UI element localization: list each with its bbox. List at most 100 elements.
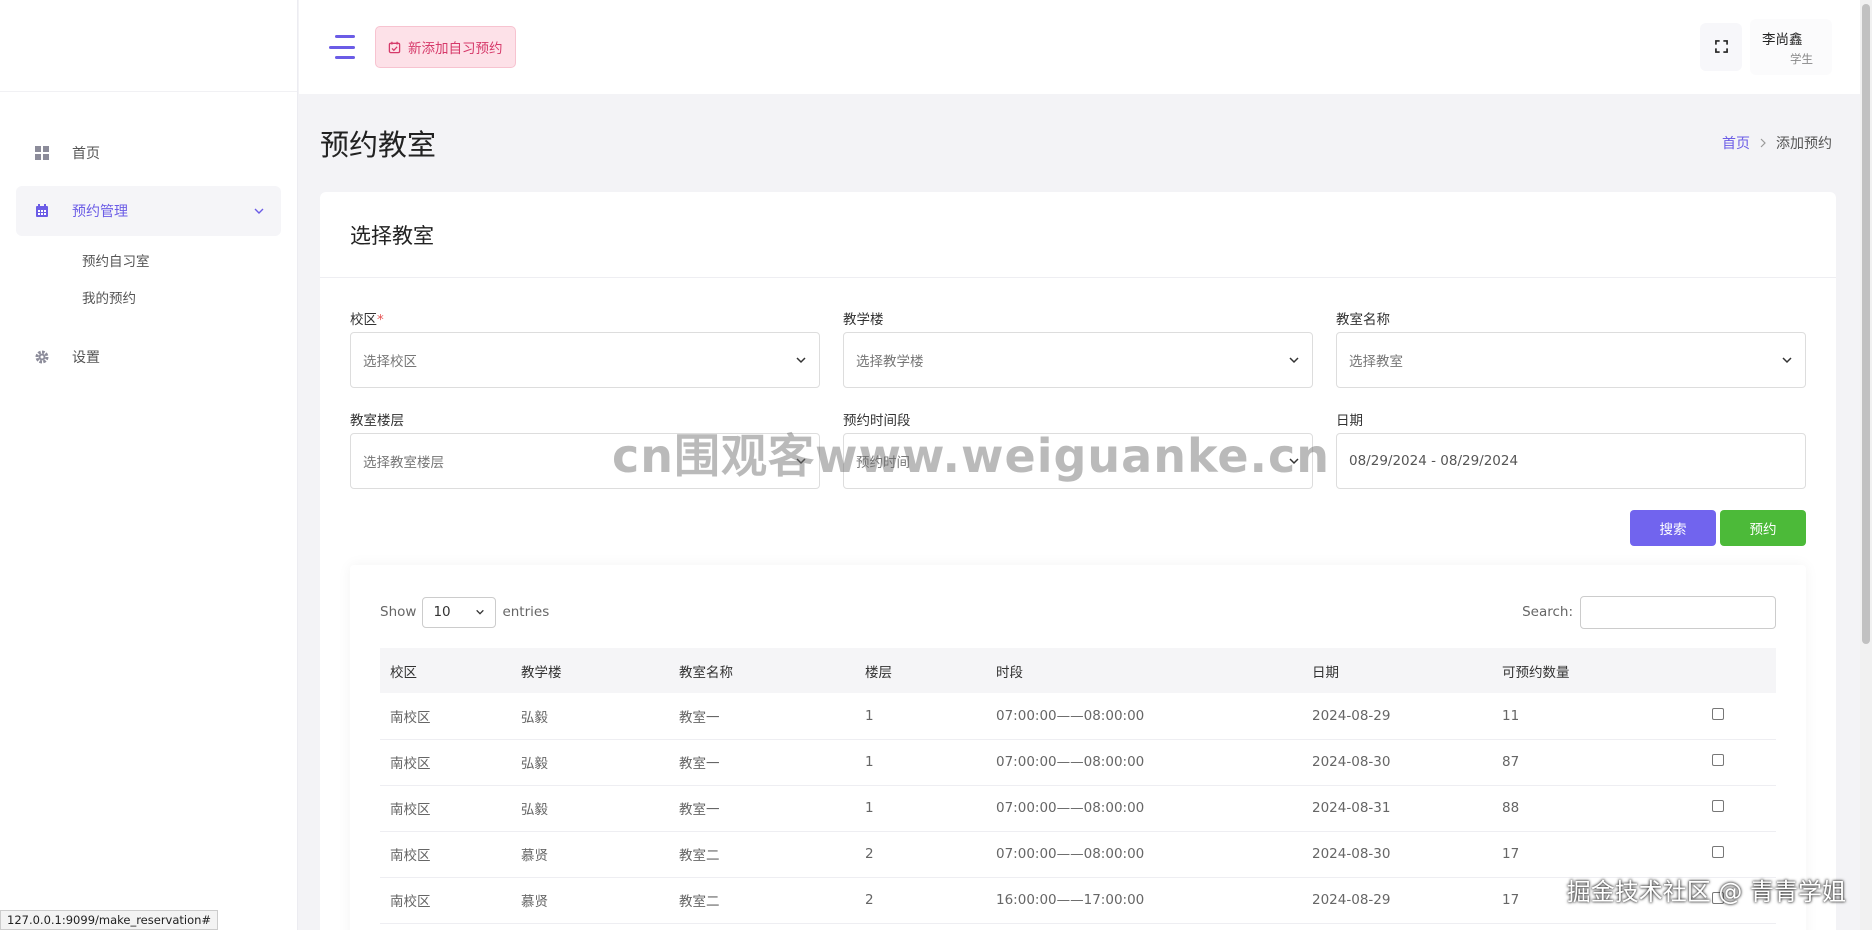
sidebar-item-reservation-management[interactable]: 预约管理	[16, 186, 281, 236]
column-header[interactable]: 楼层	[855, 648, 986, 693]
date-label: 日期	[1336, 413, 1363, 429]
sidebar-submenu: 预约自习室 我的预约	[0, 236, 297, 332]
cell-date: 2024-08-30	[1302, 831, 1492, 878]
cell-building: 弘毅	[511, 693, 669, 740]
watermark-text: cn围观客www.weiguanke.cn	[612, 429, 1331, 483]
dashboard-icon	[32, 143, 52, 163]
entries-select[interactable]: 10	[422, 596, 497, 628]
chevron-down-icon	[475, 607, 485, 617]
campus-select[interactable]: 选择校区	[350, 332, 820, 388]
sidebar-item-label: 设置	[72, 350, 100, 366]
column-header[interactable]: 时段	[986, 648, 1302, 693]
column-header[interactable]: 可预约数量	[1492, 648, 1702, 693]
sidebar-item-label: 预约管理	[72, 204, 128, 220]
table-header-row: 校区 教学楼 教室名称 楼层 时段 日期 可预约数量	[380, 648, 1776, 693]
user-name: 李尚鑫	[1762, 31, 1803, 48]
entries-label: entries	[502, 604, 550, 620]
sidebar: 首页 预约管理 预约自习室 我的预约 设置	[0, 0, 298, 930]
scrollbar-thumb[interactable]	[1862, 4, 1870, 644]
entries-select-value: 10	[433, 604, 451, 620]
card-title: 选择教室	[350, 223, 434, 248]
form-actions: 搜索 预约	[1630, 510, 1806, 546]
search-button[interactable]: 搜索	[1630, 510, 1716, 546]
cell-date: 2024-08-29	[1302, 693, 1492, 740]
column-header[interactable]: 教学楼	[511, 648, 669, 693]
select-classroom-card: 选择教室 校区* 选择校区 教学楼 选择教学楼 教室名称 选择教室 教室楼层 选…	[320, 192, 1836, 930]
date-range-input[interactable]: 08/29/2024 - 08/29/2024	[1336, 433, 1806, 489]
campus-label: 校区*	[350, 312, 384, 328]
cell-date: 2024-08-30	[1302, 739, 1492, 786]
cell-room: 教室一	[669, 739, 855, 786]
show-label: Show	[380, 604, 417, 620]
chevron-right-icon	[1759, 138, 1767, 148]
cell-campus: 南校区	[380, 785, 511, 832]
column-header[interactable]: 校区	[380, 648, 511, 693]
room-label: 教室名称	[1336, 312, 1390, 328]
room-select[interactable]: 选择教室	[1336, 332, 1806, 388]
page-title: 预约教室	[320, 128, 437, 162]
new-reservation-button[interactable]: 新添加自习预约	[375, 26, 516, 68]
search-label: Search:	[1522, 604, 1573, 620]
cell-campus: 南校区	[380, 739, 511, 786]
row-checkbox[interactable]	[1712, 707, 1724, 720]
cell-room: 教室二	[669, 831, 855, 878]
room-field: 教室名称 选择教室	[1336, 310, 1806, 411]
row-checkbox[interactable]	[1712, 754, 1724, 766]
cell-date: 2024-08-31	[1302, 785, 1492, 832]
new-reservation-label: 新添加自习预约	[408, 41, 503, 57]
sidebar-subitem-reserve-study-room[interactable]: 预约自习室	[82, 244, 297, 281]
building-select-value: 选择教学楼	[856, 354, 924, 370]
user-menu[interactable]: 李尚鑫 学生	[1750, 19, 1832, 75]
cell-period: 07:00:00——08:00:00	[986, 693, 1302, 740]
corner-watermark: 掘金技术社区 @ 青青学姐	[1566, 878, 1846, 906]
search-input[interactable]	[1580, 595, 1776, 629]
cell-available: 87	[1492, 739, 1702, 786]
side-nav: 首页 预约管理 预约自习室 我的预约 设置	[0, 92, 297, 382]
row-checkbox[interactable]	[1712, 846, 1724, 858]
menu-toggle-icon[interactable]	[329, 35, 357, 59]
card-header: 选择教室	[320, 192, 1836, 278]
user-role: 学生	[1790, 51, 1813, 66]
status-bar-url: 127.0.0.1:9099/make_reservation#	[0, 910, 219, 930]
chevron-down-icon	[253, 205, 265, 217]
fullscreen-button[interactable]	[1700, 23, 1742, 71]
row-checkbox[interactable]	[1712, 800, 1724, 812]
cell-campus: 南校区	[380, 877, 511, 924]
table-row: 南校区 慕贤 教室二 2 07:00:00——08:00:00 2024-08-…	[380, 831, 1776, 878]
cell-floor: 2	[855, 877, 986, 924]
cell-room: 教室一	[669, 693, 855, 740]
page-scrollbar[interactable]	[1860, 0, 1872, 930]
calendar-check-icon	[388, 41, 401, 54]
cell-campus: 南校区	[380, 693, 511, 740]
sidebar-item-settings[interactable]: 设置	[16, 332, 281, 382]
page-header: 预约教室 首页 添加预约	[320, 118, 1832, 168]
column-header[interactable]: 日期	[1302, 648, 1492, 693]
column-header[interactable]: 教室名称	[669, 648, 855, 693]
cell-floor: 1	[855, 785, 986, 832]
chevron-down-icon	[795, 354, 807, 366]
cell-available: 88	[1492, 785, 1702, 832]
cell-select	[1702, 831, 1776, 878]
chevron-down-icon	[1781, 354, 1793, 366]
chevron-down-icon	[1288, 354, 1300, 366]
campus-field: 校区* 选择校区	[350, 310, 820, 411]
cell-room: 教室二	[669, 877, 855, 924]
building-select[interactable]: 选择教学楼	[843, 332, 1313, 388]
floor-select-value: 选择教室楼层	[363, 455, 444, 471]
sidebar-item-home[interactable]: 首页	[16, 128, 281, 178]
cell-room: 教室一	[669, 785, 855, 832]
cell-available: 11	[1492, 693, 1702, 740]
table-controls: Show 10 entries Search:	[380, 595, 1776, 629]
fullscreen-icon	[1714, 38, 1728, 57]
breadcrumb-home-link[interactable]: 首页	[1722, 133, 1750, 153]
column-header	[1702, 648, 1776, 693]
reserve-button[interactable]: 预约	[1720, 510, 1806, 546]
cell-building: 慕贤	[511, 877, 669, 924]
table-row: 南校区 弘毅 教室一 1 07:00:00——08:00:00 2024-08-…	[380, 693, 1776, 740]
table-row: 南校区 弘毅 教室一 1 07:00:00——08:00:00 2024-08-…	[380, 739, 1776, 786]
cell-select	[1702, 785, 1776, 832]
sidebar-subitem-my-reservations[interactable]: 我的预约	[82, 281, 297, 318]
cell-period: 07:00:00——08:00:00	[986, 785, 1302, 832]
cell-floor: 1	[855, 693, 986, 740]
building-label: 教学楼	[843, 312, 884, 328]
